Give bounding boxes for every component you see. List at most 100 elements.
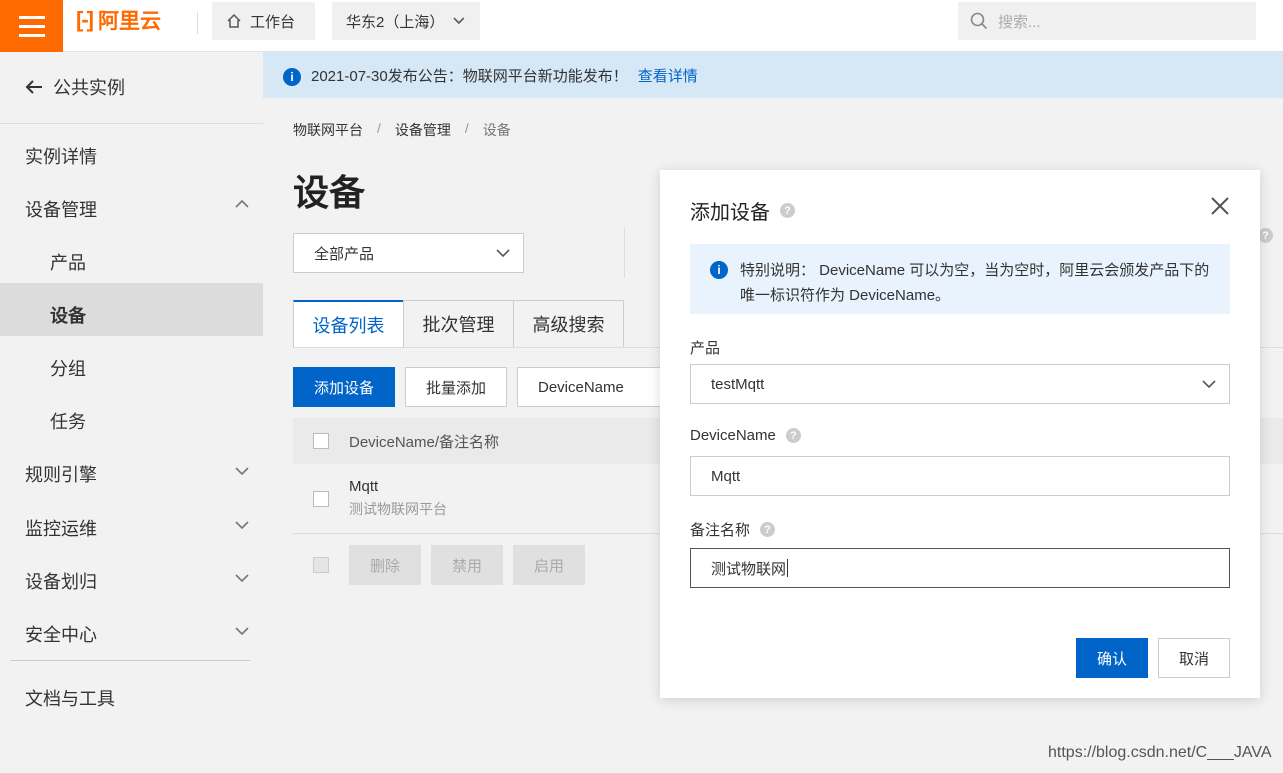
sidebar-item-device-assign[interactable]: 设备划归 [25,568,97,594]
filter-field-select[interactable]: DeviceName [517,367,667,407]
device-name[interactable]: Mqtt [349,478,447,495]
help-icon[interactable]: ? [760,522,776,537]
sidebar-item-group[interactable]: 分组 [50,355,86,381]
divider [624,228,625,278]
chevron-down-icon [235,467,249,476]
chevron-up-icon [235,199,249,208]
menu-icon[interactable] [0,0,63,52]
devicename-value: Mqtt [711,467,741,485]
tab-advanced-search[interactable]: 高级搜索 [513,300,624,348]
row-cell: Mqtt 测试物联网平台 [349,478,447,519]
enable-button[interactable]: 启用 [513,545,585,585]
product-filter-select[interactable]: 全部产品 [293,233,524,273]
chevron-down-icon [235,574,249,583]
aliyun-logo[interactable]: [-] 阿里云 [76,6,161,34]
batch-select-checkbox[interactable] [313,557,329,573]
announcement-bar: i 2021-07-30发布公告：物联网平台新功能发布！ 查看详情 [263,52,1283,98]
disable-button[interactable]: 禁用 [431,545,503,585]
product-select[interactable]: testMqtt [690,364,1230,404]
announcement-link[interactable]: 查看详情 [638,65,698,86]
tab-bar: 设备列表 批次管理 高级搜索 [293,300,624,348]
sidebar-item-task[interactable]: 任务 [50,408,86,434]
search-icon [970,12,988,30]
chevron-down-icon [235,627,249,636]
breadcrumb-device: 设备 [482,122,511,138]
dialog-title-text: 添加设备 [690,202,770,224]
workbench-button[interactable]: 工作台 [212,2,315,40]
search-input[interactable]: 搜索... [958,2,1256,40]
breadcrumb-device-management[interactable]: 设备管理 [395,120,451,140]
remark-label: 备注名称 ? [690,519,776,540]
info-icon: i [710,261,728,279]
remark-input[interactable]: 测试物联网 [690,548,1230,588]
aliyun-logo-mark: [-] [76,7,94,32]
chevron-down-icon [235,521,249,530]
tab-device-list[interactable]: 设备列表 [293,300,404,348]
remark-value: 测试物联网 [711,560,787,578]
help-icon[interactable]: ? [780,203,795,218]
sidebar-item-product[interactable]: 产品 [50,249,86,275]
add-device-dialog: 添加设备 ? i 特别说明： DeviceName 可以为空，当为空时，阿里云会… [660,170,1260,698]
divider [10,660,250,661]
arrow-left-icon [25,80,42,94]
batch-action-bar: 删除 禁用 启用 [293,545,585,585]
sidebar-item-security[interactable]: 安全中心 [25,621,97,647]
region-label: 华东2（上海） [346,13,445,31]
sidebar: 公共实例 实例详情 设备管理 产品 设备 分组 任务 规则引擎 监控运维 设备划… [0,52,263,773]
page-title: 设备 [293,172,366,213]
sidebar-item-monitoring[interactable]: 监控运维 [25,515,97,541]
row-checkbox[interactable] [313,490,329,507]
announcement-text: 2021-07-30发布公告：物联网平台新功能发布！ [311,67,628,85]
help-icon[interactable]: ? [1258,228,1273,243]
sidebar-item-device[interactable]: 设备 [50,302,86,328]
logo-text: 阿里云 [97,10,161,33]
column-header-devicename: DeviceName/备注名称 [349,433,500,451]
remark-label-text: 备注名称 [690,522,751,539]
cancel-button[interactable]: 取消 [1158,638,1230,678]
product-label-text: 产品 [690,340,721,357]
divider [197,12,198,34]
sidebar-item-instance-details[interactable]: 实例详情 [25,143,97,169]
product-label: 产品 [690,337,720,358]
sidebar-item-device-management[interactable]: 设备管理 [25,196,97,222]
home-icon [227,13,241,28]
device-remark: 测试物联网平台 [349,501,447,517]
info-notice: i 特别说明： DeviceName 可以为空，当为空时，阿里云会颁发产品下的唯… [690,244,1230,314]
product-filter-value: 全部产品 [314,245,375,263]
info-text: 特别说明： DeviceName 可以为空，当为空时，阿里云会颁发产品下的唯一标… [740,262,1210,304]
top-bar: [-] 阿里云 工作台 华东2（上海） 搜索... [0,0,1283,52]
active-highlight [0,283,263,336]
back-label: 公共实例 [53,78,125,98]
delete-button[interactable]: 删除 [349,545,421,585]
chevron-down-icon [496,249,510,258]
back-to-instance[interactable]: 公共实例 [25,74,125,100]
devicename-label: DeviceName ? [690,427,801,444]
search-placeholder: 搜索... [998,13,1041,31]
chevron-down-icon [453,17,465,25]
watermark: https://blog.csdn.net/C___JAVA [1048,744,1272,761]
tab-batch-management[interactable]: 批次管理 [403,300,514,348]
sidebar-item-docs-tools[interactable]: 文档与工具 [25,685,115,711]
text-cursor [787,559,789,577]
close-icon[interactable] [1208,194,1232,218]
divider [0,123,263,124]
breadcrumb-iot-platform[interactable]: 物联网平台 [293,120,363,140]
help-icon[interactable]: ? [785,428,801,443]
batch-add-button[interactable]: 批量添加 [405,367,507,407]
devicename-input[interactable]: Mqtt [690,456,1230,496]
add-device-button[interactable]: 添加设备 [293,367,395,407]
devicename-label-text: DeviceName [690,427,776,444]
breadcrumb-separator: / [464,120,469,136]
select-all-checkbox[interactable] [313,433,329,449]
breadcrumb-separator: / [377,120,381,136]
region-selector[interactable]: 华东2（上海） [332,2,480,40]
chevron-down-icon [1202,380,1216,389]
breadcrumb: 物联网平台 / 设备管理 / 设备 [293,120,511,140]
info-icon: i [283,67,301,86]
sidebar-item-rule-engine[interactable]: 规则引擎 [25,461,97,487]
product-select-value: testMqtt [711,375,765,393]
filter-field-value: DeviceName [538,378,624,396]
confirm-button[interactable]: 确认 [1076,638,1148,678]
workbench-label: 工作台 [250,13,296,31]
dialog-title: 添加设备 ? [690,196,795,225]
